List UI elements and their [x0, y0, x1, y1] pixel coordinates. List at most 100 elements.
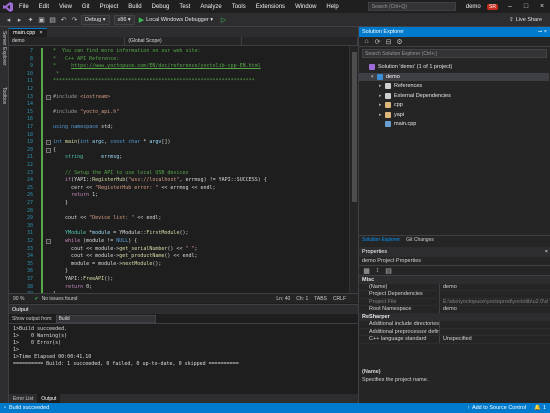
scrollbar-thumb[interactable]: [352, 52, 357, 202]
menu-help[interactable]: Help: [321, 4, 343, 10]
menu-file[interactable]: File: [14, 4, 34, 10]
scope-dropdown[interactable]: (Global Scope): [125, 37, 242, 45]
undo-icon[interactable]: ↶: [59, 15, 68, 24]
property-row[interactable]: Project File E:\sbo\yoctopuce\yoctoprod\y…: [359, 298, 550, 306]
maximize-icon[interactable]: □: [518, 3, 534, 10]
menu-analyze[interactable]: Analyze: [195, 4, 226, 10]
code-token: cout << module->: [53, 245, 120, 252]
tab-output[interactable]: Output: [37, 394, 61, 403]
indent-mode[interactable]: TABS: [314, 296, 327, 302]
configuration-dropdown[interactable]: Debug ▾: [81, 14, 110, 25]
zoom-level[interactable]: 90 %: [13, 296, 24, 302]
fold-toggle-icon[interactable]: −: [46, 94, 51, 100]
redo-icon[interactable]: ↷: [70, 15, 79, 24]
change-marker: [41, 207, 43, 216]
property-pages-icon[interactable]: ▤: [384, 266, 393, 275]
back-icon[interactable]: ◂: [4, 15, 13, 24]
close-icon[interactable]: ×: [534, 3, 550, 10]
pin-icon[interactable]: ⊸ ×: [538, 29, 547, 35]
properties-panel: Properties × demo Project Properties ▦ ↕…: [359, 247, 550, 403]
collapse-all-icon[interactable]: ⊟: [384, 37, 393, 46]
code-token: (module !=: [83, 238, 117, 244]
tab-solution-explorer[interactable]: Solution Explorer: [359, 237, 403, 243]
menu-git[interactable]: Git: [77, 4, 95, 10]
code-area[interactable]: 7 8 9 10 11 12 13 14 15 16 17 18 19 20 21 22 23 24 25 26 27 2…: [9, 46, 358, 293]
property-value[interactable]: demo: [439, 283, 550, 290]
line-number: 22: [26, 162, 33, 168]
tree-item-refs[interactable]: ▸ References: [379, 82, 422, 91]
property-category[interactable]: Misc: [359, 276, 550, 284]
property-row[interactable]: Additional preprocessor definiti: [359, 328, 550, 336]
properties-icon[interactable]: ⚙: [395, 37, 404, 46]
fold-toggle-icon[interactable]: −: [46, 147, 51, 153]
visual-studio-logo-icon: [2, 1, 14, 13]
property-value[interactable]: [439, 328, 550, 335]
property-value[interactable]: E:\sbo\yoctopuce\yoctoprod\yoctolib\u2.0…: [439, 298, 550, 305]
fold-toggle-icon[interactable]: −: [46, 140, 51, 146]
project-dropdown[interactable]: demo: [9, 37, 126, 45]
tree-item-folder[interactable]: ▸ yapi: [379, 111, 404, 120]
menu-tools[interactable]: Tools: [227, 4, 251, 10]
show-output-from-label: Show output from:: [12, 315, 53, 322]
line-ending[interactable]: CRLF: [333, 296, 346, 302]
notifications-icon[interactable]: 🔔: [534, 405, 541, 411]
property-row[interactable]: (Name) demo: [359, 283, 550, 291]
property-value[interactable]: [439, 291, 550, 298]
menu-debug[interactable]: Debug: [147, 4, 175, 10]
categorized-icon[interactable]: ▦: [362, 266, 371, 275]
close-tab-icon[interactable]: ×: [39, 30, 42, 36]
save-all-icon[interactable]: ▤: [48, 15, 57, 24]
start-without-debugging-icon[interactable]: ▷: [219, 15, 228, 24]
menu-view[interactable]: View: [54, 4, 77, 10]
user-avatar[interactable]: SR: [487, 3, 498, 10]
tree-item-project[interactable]: ▾ demo: [359, 72, 549, 81]
home-icon[interactable]: ⌂: [362, 37, 371, 46]
property-row[interactable]: Project Dependencies: [359, 291, 550, 299]
tree-item-solution[interactable]: Solution 'demo' (1 of 1 project): [363, 63, 452, 72]
new-item-icon[interactable]: ✦: [26, 15, 35, 24]
vertical-scrollbar[interactable]: [349, 46, 358, 293]
close-properties-icon[interactable]: ×: [545, 249, 548, 255]
issues-status[interactable]: No issues found: [42, 296, 78, 302]
member-dropdown[interactable]: [242, 37, 358, 45]
property-row[interactable]: Root Namespace demo: [359, 306, 550, 314]
tab-main-cpp[interactable]: main.cpp ×: [9, 28, 47, 37]
property-category[interactable]: ReSharper: [359, 313, 550, 321]
forward-icon[interactable]: ▸: [15, 15, 24, 24]
tree-item-ext[interactable]: ▸ External Dependencies: [379, 92, 451, 101]
menu-extensions[interactable]: Extensions: [251, 4, 290, 10]
server-explorer-tab[interactable]: Server Explorer: [1, 31, 7, 66]
sync-icon[interactable]: ⟳: [373, 37, 382, 46]
start-debugging-button[interactable]: ▶ Local Windows Debugger ▾: [139, 16, 213, 24]
property-row[interactable]: C++ language standard Unspecified: [359, 336, 550, 344]
platform-dropdown[interactable]: x86 ▾: [113, 14, 135, 25]
tree-item-cpp[interactable]: main.cpp: [379, 120, 416, 129]
save-icon[interactable]: ▣: [37, 15, 46, 24]
property-value[interactable]: [439, 321, 550, 328]
fold-toggle-icon[interactable]: −: [46, 239, 51, 244]
minimize-icon[interactable]: –: [502, 3, 518, 10]
menu-edit[interactable]: Edit: [34, 4, 54, 10]
add-to-source-control[interactable]: Add to Source Control: [472, 405, 526, 411]
alphabetical-icon[interactable]: ↕: [373, 266, 382, 275]
live-share-button[interactable]: ⇪ Live Share: [509, 17, 542, 23]
tab-git-changes[interactable]: Git Changes: [403, 237, 437, 243]
search-input[interactable]: Search (Ctrl+Q): [367, 2, 456, 11]
property-row[interactable]: Additional include directories: [359, 321, 550, 329]
menu-test[interactable]: Test: [174, 4, 195, 10]
toolbox-tab[interactable]: Toolbox: [1, 87, 7, 104]
output-source-dropdown[interactable]: Build: [55, 314, 156, 323]
menu-build[interactable]: Build: [123, 4, 146, 10]
menu-window[interactable]: Window: [290, 4, 321, 10]
property-value[interactable]: Unspecified: [439, 336, 550, 343]
menu-project[interactable]: Project: [95, 4, 124, 10]
change-marker: [41, 70, 43, 79]
solution-search-input[interactable]: Search Solution Explorer (Ctrl+;): [362, 49, 547, 58]
code-line: }: [53, 268, 68, 276]
code-token: nextModule: [122, 260, 153, 267]
tree-item-folder[interactable]: ▸ cpp: [379, 101, 403, 110]
properties-object-selector[interactable]: demo Project Properties: [359, 257, 550, 266]
property-value[interactable]: demo: [439, 306, 550, 313]
tab-error-list[interactable]: Error List: [9, 396, 37, 402]
